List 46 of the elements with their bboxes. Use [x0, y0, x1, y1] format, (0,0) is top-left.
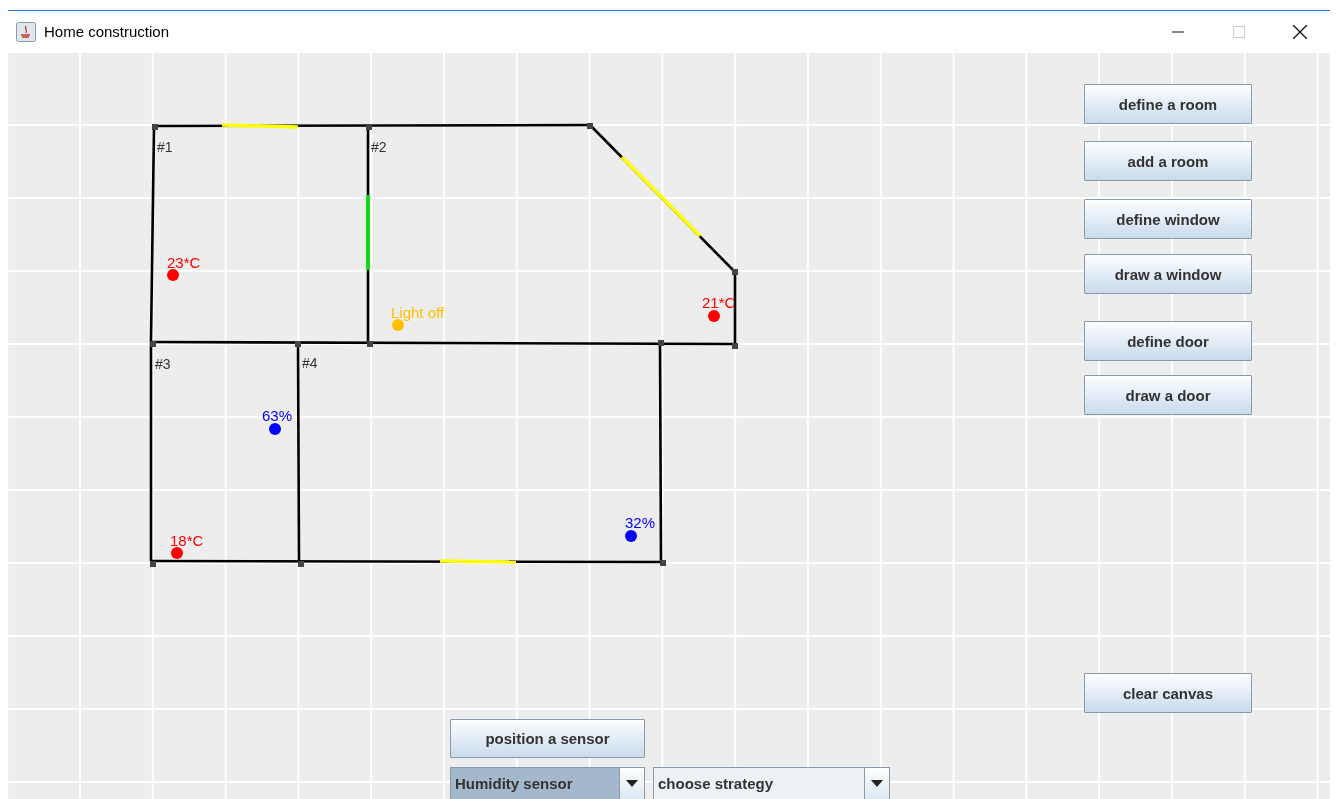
- corner-marker: [658, 340, 664, 346]
- dropdown-arrow-button[interactable]: [864, 768, 889, 799]
- room-label: #3: [155, 356, 171, 372]
- tool-button[interactable]: define a room: [1084, 84, 1252, 124]
- dropdown-arrow-button[interactable]: [619, 768, 644, 799]
- tool-button[interactable]: draw a door: [1084, 375, 1252, 415]
- sensor-dot[interactable]: [708, 310, 720, 322]
- tool-button[interactable]: add a room: [1084, 141, 1252, 181]
- corner-marker: [295, 341, 301, 347]
- sensor-reading: Light off: [391, 304, 445, 321]
- corner-marker: [298, 561, 304, 567]
- tool-button[interactable]: define window: [1084, 199, 1252, 239]
- sensor-reading: 32%: [625, 514, 656, 531]
- sensor-reading: 18*C: [170, 532, 204, 549]
- corner-marker: [732, 343, 738, 349]
- sensor-dot[interactable]: [167, 269, 179, 281]
- room-label: #4: [302, 355, 318, 371]
- corner-marker: [366, 124, 372, 130]
- sensor-dot[interactable]: [269, 423, 281, 435]
- caret-icon: [626, 780, 638, 787]
- sensor-dot[interactable]: [625, 530, 637, 542]
- tool-button[interactable]: draw a window: [1084, 254, 1252, 294]
- sensor-reading: 23*C: [167, 254, 201, 271]
- tool-button[interactable]: clear canvas: [1084, 673, 1252, 713]
- strategy-dropdown[interactable]: choose strategy: [653, 767, 890, 799]
- corner-marker: [152, 124, 158, 130]
- app-icon: [16, 21, 36, 42]
- corner-marker: [660, 560, 666, 566]
- corner-marker: [150, 561, 156, 567]
- position-sensor-button[interactable]: position a sensor: [450, 719, 645, 758]
- window-title: Home construction: [44, 23, 171, 40]
- sensor-reading: 63%: [262, 407, 293, 424]
- sensor-type-dropdown[interactable]: Humidity sensor: [450, 767, 645, 799]
- close-icon: [1292, 24, 1307, 39]
- corner-marker: [732, 269, 738, 275]
- minimize-icon: [1171, 30, 1184, 33]
- sensor-dot[interactable]: [171, 547, 183, 559]
- caret-icon: [871, 780, 883, 787]
- corner-marker: [587, 123, 593, 129]
- tool-button[interactable]: define door: [1084, 321, 1252, 361]
- corner-marker: [367, 341, 373, 347]
- maximize-icon: [1232, 25, 1245, 38]
- room-label: #2: [371, 139, 387, 155]
- sensor-dot[interactable]: [392, 319, 404, 331]
- room-label: #1: [157, 139, 173, 155]
- corner-marker: [150, 341, 156, 347]
